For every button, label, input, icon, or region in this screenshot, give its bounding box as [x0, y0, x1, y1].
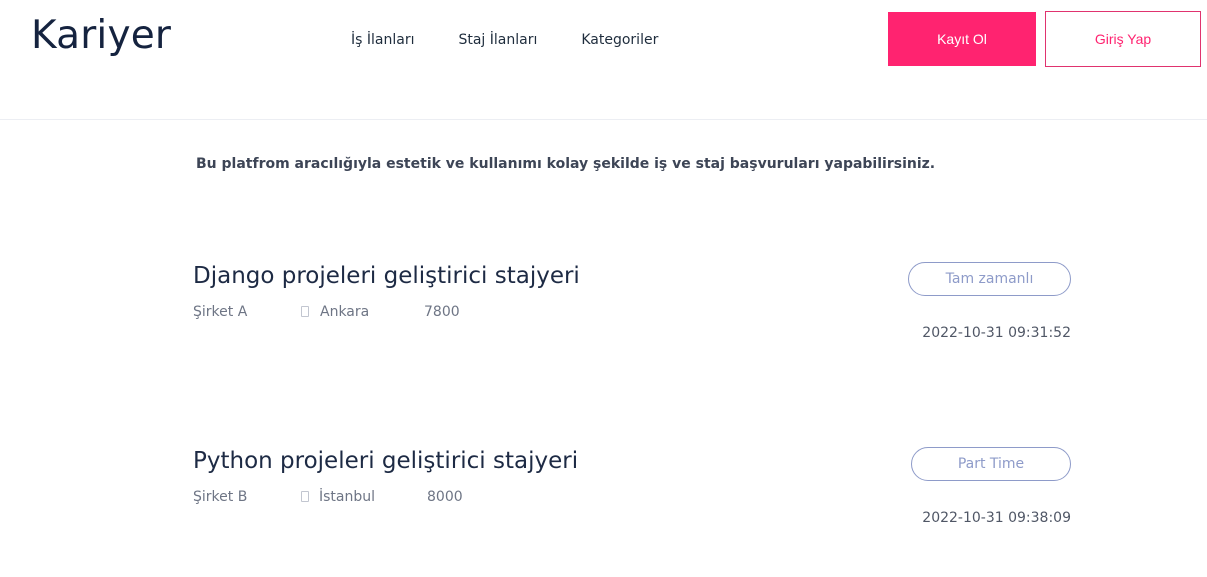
job-listing: Django projeleri geliştirici stajyeri Şi… [193, 260, 1071, 370]
job-listing: Python projeleri geliştirici stajyeri Şi… [193, 445, 1071, 555]
job-salary: 8000 [427, 489, 463, 505]
site-header: Kariyer İş İlanları Staj İlanları Katego… [0, 0, 1207, 120]
job-type-badge[interactable]: Part Time [911, 447, 1071, 481]
location-icon [301, 491, 309, 502]
job-salary: 7800 [424, 304, 460, 320]
job-date: 2022-10-31 09:31:52 [922, 325, 1071, 341]
login-button[interactable]: Giriş Yap [1045, 11, 1201, 67]
nav-item-kategoriler[interactable]: Kategoriler [581, 31, 658, 49]
intro-text: Bu platfrom aracılığıyla estetik ve kull… [196, 156, 936, 172]
job-date: 2022-10-31 09:38:09 [922, 510, 1071, 526]
register-button[interactable]: Kayıt Ol [888, 12, 1036, 66]
location-icon [301, 306, 309, 317]
job-type-badge[interactable]: Tam zamanlı [908, 262, 1071, 296]
job-location: İstanbul [319, 489, 376, 505]
job-location: Ankara [320, 304, 370, 320]
job-company: Şirket B [193, 489, 248, 505]
nav-item-is-ilanlari[interactable]: İş İlanları [351, 31, 414, 49]
job-title[interactable]: Django projeleri geliştirici stajyeri [193, 260, 580, 292]
nav-item-staj-ilanlari[interactable]: Staj İlanları [458, 31, 537, 49]
job-company: Şirket A [193, 304, 248, 320]
job-title[interactable]: Python projeleri geliştirici stajyeri [193, 445, 578, 477]
main-nav: İş İlanları Staj İlanları Kategoriler [351, 31, 702, 49]
brand-logo[interactable]: Kariyer [31, 13, 171, 59]
